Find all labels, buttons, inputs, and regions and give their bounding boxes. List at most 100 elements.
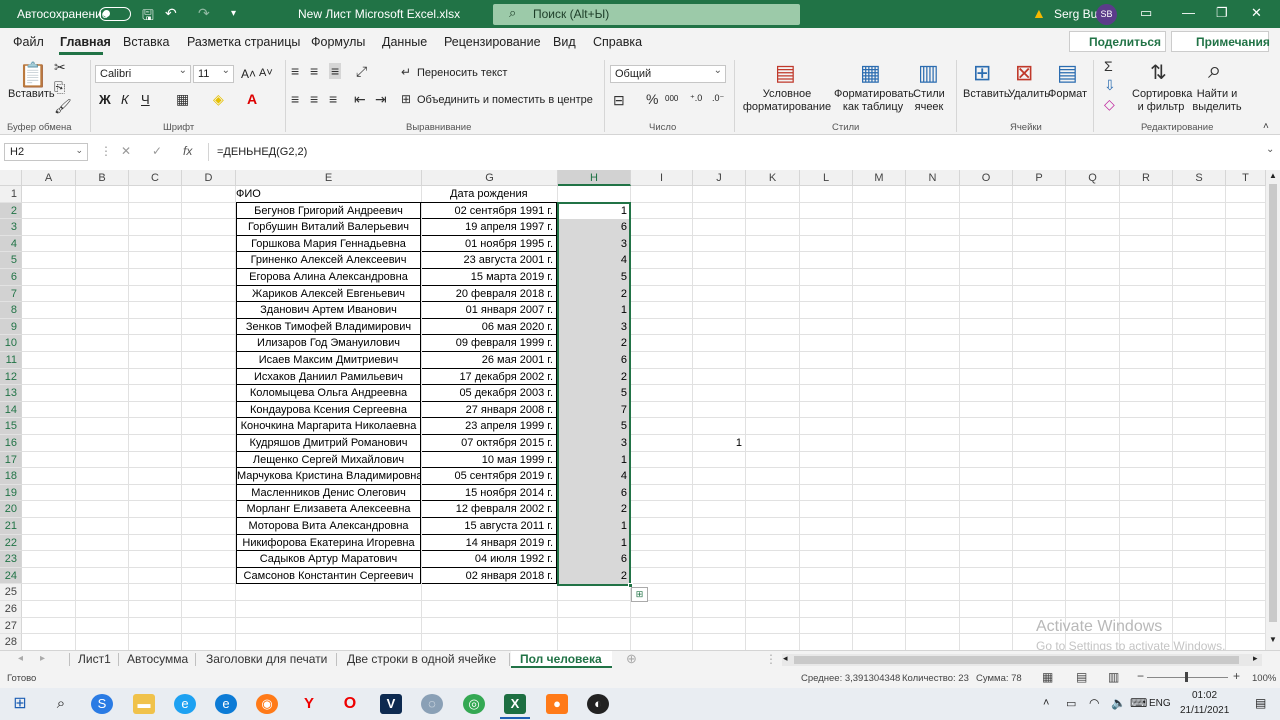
sheet-tab-autosum[interactable]: Автосумма bbox=[127, 651, 188, 668]
copy-icon[interactable]: ⎘ bbox=[54, 79, 65, 96]
formula-input[interactable]: =ДЕНЬНЕД(G2,2) bbox=[208, 143, 1268, 161]
obs-icon[interactable]: ◐ bbox=[587, 694, 609, 714]
weekday-cell[interactable]: 6 bbox=[558, 352, 630, 369]
number-format-select[interactable]: Общий bbox=[610, 65, 726, 83]
underline-icon[interactable]: Ч bbox=[141, 92, 150, 107]
scroll-up-icon[interactable]: ▲ bbox=[1269, 171, 1277, 180]
weekday-cell[interactable]: 4 bbox=[558, 468, 630, 485]
row-header[interactable]: 25 bbox=[0, 584, 22, 601]
cell-styles-button[interactable]: Стили ячеек bbox=[910, 88, 948, 114]
dob-cell[interactable]: 15 августа 2011 г. bbox=[422, 518, 557, 535]
status-count[interactable]: Количество: 23 bbox=[902, 673, 969, 684]
add-sheet-icon[interactable]: ⊕ bbox=[626, 651, 637, 667]
find-select-icon[interactable]: ⌕ bbox=[1208, 57, 1221, 85]
cut-icon[interactable]: ✂ bbox=[54, 59, 66, 76]
scroll-right-icon[interactable]: ▸ bbox=[1253, 653, 1258, 664]
notifications-icon[interactable]: ▤ bbox=[1255, 696, 1266, 710]
column-header[interactable]: C bbox=[129, 170, 182, 186]
fio-cell[interactable]: Лещенко Сергей Михайлович bbox=[236, 451, 421, 469]
name-box[interactable]: H2 ⌄ bbox=[4, 143, 88, 161]
search-icon[interactable]: ⌕ bbox=[50, 694, 72, 714]
minimize-icon[interactable]: — bbox=[1182, 5, 1195, 20]
insert-function-icon[interactable]: fx bbox=[183, 144, 192, 158]
row-header[interactable]: 11 bbox=[0, 352, 22, 369]
wrap-text-icon[interactable]: ↵ bbox=[401, 65, 411, 79]
worksheet-grid[interactable]: A B C D E G H I J K L M N O P Q R S T 1 2 3 4 5 6 7 8 9 10 11 12 13 14 15… bbox=[0, 170, 1266, 650]
tab-insert[interactable]: Вставка bbox=[123, 35, 169, 49]
row-header[interactable]: 26 bbox=[0, 601, 22, 618]
italic-icon[interactable]: К bbox=[121, 92, 129, 107]
insert-cells-button[interactable]: Вставить bbox=[963, 88, 1010, 100]
comments-button[interactable]: Примечания bbox=[1171, 31, 1270, 52]
weekday-cell[interactable]: 6 bbox=[558, 484, 630, 502]
dob-cell[interactable]: 15 ноября 2014 г. bbox=[422, 484, 557, 502]
align-right-icon[interactable]: ≡ bbox=[329, 91, 337, 107]
dob-cell[interactable]: 12 февраля 2002 г. bbox=[422, 501, 557, 518]
ribbon-display-icon[interactable]: ▭ bbox=[1140, 5, 1152, 21]
edge-icon[interactable]: e bbox=[215, 694, 237, 714]
fio-cell[interactable]: Морланг Елизавета Алексеевна bbox=[236, 501, 421, 518]
cell-styles-icon[interactable]: ▥ bbox=[918, 60, 939, 86]
page-layout-view-icon[interactable]: ▤ bbox=[1076, 670, 1087, 684]
column-header[interactable]: J bbox=[693, 170, 746, 186]
dob-cell[interactable]: 15 марта 2019 г. bbox=[422, 269, 557, 286]
sheet-tab-list1[interactable]: Лист1 bbox=[78, 651, 111, 668]
weekday-cell[interactable]: 4 bbox=[558, 252, 630, 269]
row-header[interactable]: 13 bbox=[0, 385, 22, 402]
fio-cell[interactable]: Зенков Тимофей Владимирович bbox=[236, 318, 421, 336]
weekday-cell[interactable]: 2 bbox=[558, 368, 630, 386]
row-header[interactable]: 4 bbox=[0, 235, 22, 253]
dob-cell[interactable]: 07 октября 2015 г. bbox=[422, 435, 557, 452]
fio-cell[interactable]: Егорова Алина Александровна bbox=[236, 269, 421, 286]
conditional-formatting-button[interactable]: Условное форматирование bbox=[741, 88, 833, 114]
dob-cell[interactable]: 02 января 2018 г. bbox=[422, 567, 557, 585]
dob-cell[interactable]: 01 ноября 1995 г. bbox=[422, 235, 557, 253]
delete-cells-button[interactable]: Удалить bbox=[1008, 88, 1050, 100]
align-bottom-icon[interactable]: ≡ bbox=[329, 63, 342, 79]
app-icon[interactable]: ◌ bbox=[421, 694, 443, 714]
yandex-icon[interactable]: Y bbox=[298, 694, 320, 714]
insert-cells-icon[interactable]: ⊞ bbox=[973, 60, 991, 86]
network-icon[interactable]: ▭ bbox=[1066, 697, 1076, 710]
column-header[interactable]: Q bbox=[1066, 170, 1120, 186]
row-header[interactable]: 5 bbox=[0, 252, 22, 269]
status-average[interactable]: Среднее: 3,391304348 bbox=[801, 673, 900, 684]
row-header[interactable]: 12 bbox=[0, 368, 22, 386]
row-header[interactable]: 23 bbox=[0, 551, 22, 568]
dob-cell[interactable]: 10 мая 1999 г. bbox=[422, 451, 557, 469]
zoom-out-icon[interactable]: − bbox=[1137, 669, 1144, 683]
vertical-scrollbar[interactable]: ▲ ▼ bbox=[1266, 170, 1280, 650]
wrap-text-button[interactable]: Переносить текст bbox=[417, 67, 507, 79]
fio-cell[interactable]: Исаев Максим Дмитриевич bbox=[236, 352, 421, 369]
borders-icon[interactable]: ▦ bbox=[176, 91, 189, 108]
column-header[interactable]: S bbox=[1173, 170, 1226, 186]
weekday-cell[interactable]: 5 bbox=[558, 385, 630, 402]
font-size-select[interactable]: 11 bbox=[193, 65, 234, 83]
tray-expand-icon[interactable]: ˄ bbox=[1043, 697, 1049, 709]
tab-view[interactable]: Вид bbox=[553, 35, 576, 49]
row-header[interactable]: 1 bbox=[0, 186, 22, 203]
browser-icon[interactable]: e bbox=[174, 694, 196, 714]
weekday-cell[interactable]: 1 bbox=[558, 451, 630, 469]
status-sum[interactable]: Сумма: 78 bbox=[976, 673, 1022, 684]
redo-icon[interactable]: ↷ bbox=[198, 5, 210, 22]
fio-cell[interactable]: Горбушин Виталий Валерьевич bbox=[236, 219, 421, 236]
column-header[interactable]: A bbox=[22, 170, 76, 186]
tab-file[interactable]: Файл bbox=[13, 35, 44, 49]
weekday-cell[interactable]: 1 bbox=[558, 302, 630, 319]
row-header[interactable]: 18 bbox=[0, 468, 22, 485]
weekday-cell[interactable]: 2 bbox=[558, 335, 630, 352]
row-header[interactable]: 24 bbox=[0, 567, 22, 585]
paste-icon[interactable]: 📋 bbox=[18, 61, 48, 90]
maximize-icon[interactable]: ❐ bbox=[1216, 5, 1228, 21]
close-icon[interactable]: ✕ bbox=[1251, 5, 1262, 21]
enter-icon[interactable]: ✓ bbox=[152, 144, 162, 158]
row-header[interactable]: 28 bbox=[0, 634, 22, 650]
align-left-icon[interactable]: ≡ bbox=[291, 91, 299, 107]
dob-cell[interactable]: 09 февраля 1999 г. bbox=[422, 335, 557, 352]
clock-date[interactable]: 21/11/2021 bbox=[1180, 705, 1229, 716]
fio-cell[interactable]: Коломыцева Ольга Андреевна bbox=[236, 385, 421, 402]
avatar[interactable]: SB bbox=[1096, 4, 1117, 25]
dob-cell[interactable]: 02 сентября 1991 г. bbox=[422, 202, 557, 220]
row-header[interactable]: 2 bbox=[0, 202, 22, 220]
